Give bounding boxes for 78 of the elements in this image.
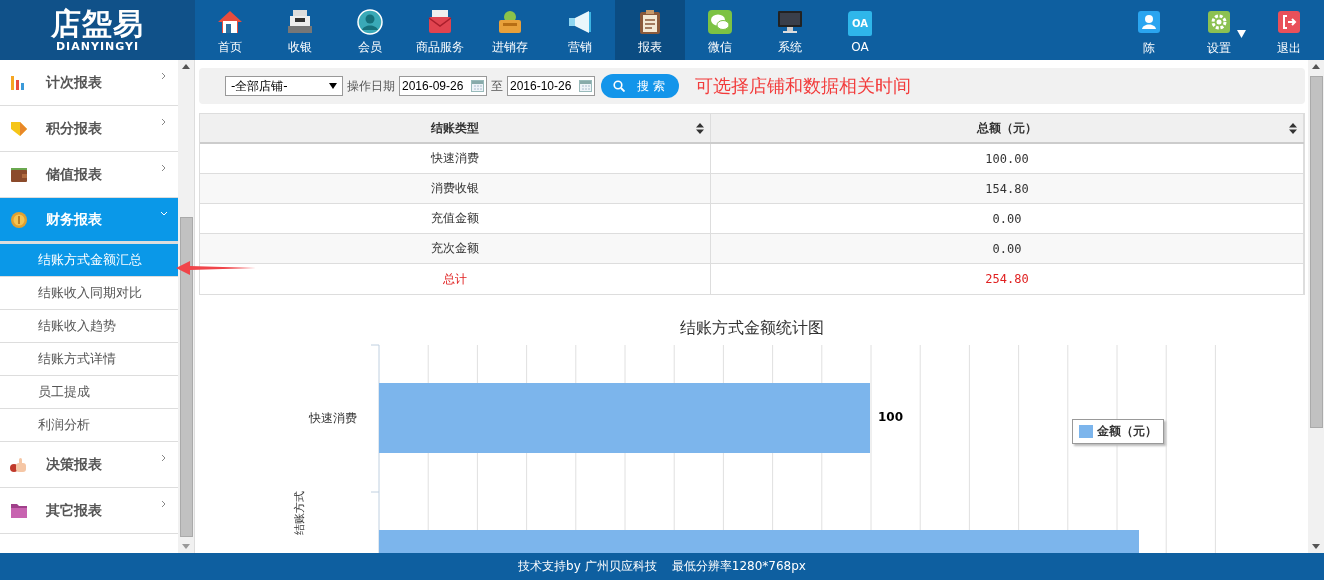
table-cell: 消费收银 (200, 174, 711, 203)
wallet-icon (10, 165, 28, 184)
chevron-right-icon (160, 118, 168, 126)
table-cell: 快速消费 (200, 144, 711, 173)
table-cell: 0.00 (711, 204, 1304, 233)
header-button[interactable]: 设置 (1184, 0, 1254, 60)
scrollbar-thumb[interactable] (179, 216, 193, 537)
legend-swatch (1079, 425, 1093, 438)
envelope-icon (427, 8, 453, 35)
nav-tab[interactable]: 首页 (195, 0, 265, 60)
caret-icon (329, 83, 337, 89)
nav-tab[interactable]: OA OA (825, 0, 895, 60)
scrollbar[interactable] (178, 60, 194, 553)
data-label: 100 (878, 410, 904, 424)
scroll-up-icon (1312, 64, 1320, 69)
coin-icon (10, 210, 28, 229)
cash-register-icon (287, 8, 313, 35)
sort-icon (1289, 123, 1297, 134)
scroll-up-icon (182, 64, 190, 69)
calendar-icon (579, 80, 592, 92)
thumbs-up-icon (10, 455, 28, 474)
chevron-down-icon (160, 210, 168, 218)
nav-tab[interactable]: 微信 (685, 0, 755, 60)
chevron-right-icon (160, 454, 168, 462)
scrollbar-thumb[interactable] (1309, 75, 1323, 428)
user-icon (1137, 10, 1161, 34)
nav-tab[interactable]: 会员 (335, 0, 405, 60)
nav-tab[interactable]: 收银 (265, 0, 335, 60)
nav-tab[interactable]: 系统 (755, 0, 825, 60)
date-field[interactable]: 2016-09-26 (399, 76, 487, 96)
nav-tab[interactable]: 进销存 (475, 0, 545, 60)
nav-tab[interactable]: 商品服务 (405, 0, 475, 60)
date-separator: 至 (491, 77, 503, 95)
sort-icon (696, 123, 704, 134)
chat-icon (707, 8, 733, 35)
store-dropdown[interactable]: -全部店铺- (225, 76, 343, 96)
chevron-right-icon (160, 500, 168, 508)
column-header[interactable]: 总额（元） (711, 114, 1304, 142)
house-icon (217, 8, 243, 35)
legend-label: 金额（元） (1097, 423, 1157, 440)
settings-icon (1207, 10, 1231, 34)
header-button[interactable]: 陈 (1114, 0, 1184, 60)
nav-tab[interactable]: 报表 (615, 0, 685, 60)
date-field[interactable]: 2016-10-26 (507, 76, 595, 96)
logo-title: 店盌易 (51, 7, 144, 40)
search-icon (613, 80, 625, 92)
box-icon (497, 8, 523, 35)
footer-text: 技术支持by 广州贝应科技 最低分辨率1280*768px (518, 558, 806, 575)
nav-tab[interactable]: 营销 (545, 0, 615, 60)
scrollbar[interactable] (1308, 60, 1324, 553)
chevron-right-icon (160, 72, 168, 80)
table-cell: 总计 (200, 264, 711, 294)
table-cell: 100.00 (711, 144, 1304, 173)
megaphone-icon (567, 8, 593, 35)
monitor-icon (777, 8, 803, 35)
exit-icon (1277, 10, 1301, 34)
scroll-down-icon (1312, 544, 1320, 549)
column-header[interactable]: 结账类型 (200, 114, 711, 142)
date-label: 操作日期 (347, 77, 395, 95)
chevron-right-icon (160, 164, 168, 172)
axis-title: 结账方式 (291, 490, 307, 535)
app-icon: OA (848, 10, 872, 36)
table-cell: 0.00 (711, 234, 1304, 263)
person-icon (357, 8, 383, 35)
scroll-down-icon (182, 544, 190, 549)
clipboard-icon (637, 8, 663, 35)
table-cell: 154.80 (711, 174, 1304, 203)
calendar-icon (471, 80, 484, 92)
header-button[interactable]: 退出 (1254, 0, 1324, 60)
folder-icon (10, 501, 28, 520)
table-cell: 充次金额 (200, 234, 711, 263)
annotation-text: 可选择店铺和数据相关时间 (694, 74, 911, 98)
table-cell: 254.80 (711, 264, 1304, 294)
category-label: 快速消费 (309, 410, 357, 427)
logo-subtitle: DIANYINGYI (55, 39, 140, 53)
tag-icon (10, 119, 28, 138)
table-cell: 充值金额 (200, 204, 711, 233)
chart-title: 结账方式金额统计图 (679, 318, 825, 338)
